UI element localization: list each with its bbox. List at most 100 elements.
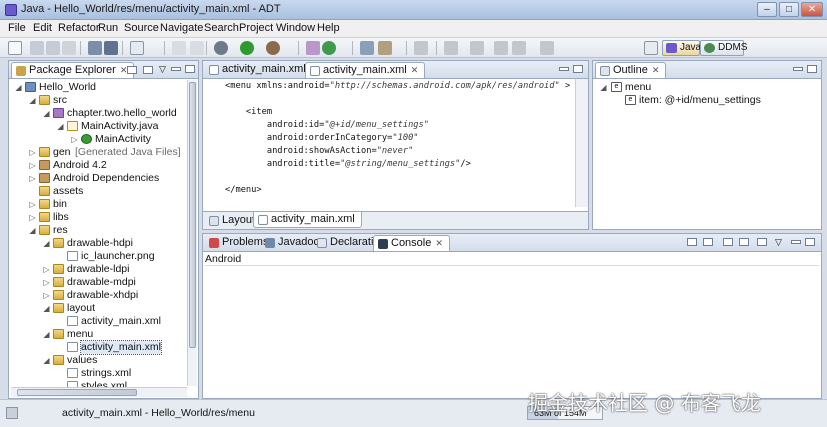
- debug-icon[interactable]: [214, 41, 228, 55]
- scroll-lock-icon[interactable]: [703, 238, 713, 246]
- open-perspective-icon[interactable]: [644, 41, 658, 55]
- twisty-closed-icon[interactable]: ▷: [42, 263, 51, 276]
- menu-refactor[interactable]: Refactor: [58, 22, 100, 34]
- minimize-view-icon[interactable]: [171, 67, 181, 71]
- xml-code-area[interactable]: <menu xmlns:android="http://schemas.andr…: [225, 81, 573, 206]
- twisty-open-icon[interactable]: ◢: [599, 81, 608, 94]
- twisty-closed-icon[interactable]: ▷: [70, 133, 79, 146]
- forward-arrow-icon[interactable]: [540, 41, 554, 55]
- save-all-icon[interactable]: [46, 41, 60, 55]
- folder-icon: [39, 95, 50, 105]
- view-menu-icon[interactable]: ▽: [159, 64, 166, 75]
- folder-icon: [53, 277, 64, 287]
- minimize-view-icon[interactable]: [559, 67, 569, 71]
- open-type-icon[interactable]: [360, 41, 374, 55]
- tab-package-explorer[interactable]: Package Explorer ✕: [11, 62, 135, 78]
- print-icon[interactable]: [62, 41, 76, 55]
- twisty-closed-icon[interactable]: ▷: [28, 211, 37, 224]
- twisty-open-icon[interactable]: ◢: [42, 107, 51, 120]
- twisty-closed-icon[interactable]: ▷: [28, 159, 37, 172]
- minimize-view-icon[interactable]: [791, 240, 801, 244]
- new-java-package-icon[interactable]: [306, 41, 320, 55]
- tab-outline[interactable]: Outline ✕: [595, 62, 667, 78]
- tab-console[interactable]: Console ✕: [373, 235, 450, 251]
- new-icon[interactable]: [8, 41, 22, 55]
- tree-item-decoration: [Generated Java Files]: [75, 146, 181, 158]
- menu-file[interactable]: File: [8, 22, 26, 34]
- collapse-all-icon[interactable]: [127, 66, 137, 74]
- clear-console-icon[interactable]: [687, 238, 697, 246]
- menu-run[interactable]: Run: [98, 22, 118, 34]
- view-menu-icon[interactable]: ▽: [775, 237, 782, 248]
- close-icon[interactable]: ✕: [411, 65, 419, 75]
- minimize-button[interactable]: –: [757, 2, 777, 17]
- new-xml-file-icon[interactable]: [190, 41, 204, 55]
- back-arrow-icon[interactable]: [512, 41, 526, 55]
- last-edit-location-icon[interactable]: [494, 41, 508, 55]
- link-with-editor-icon[interactable]: [143, 66, 153, 74]
- save-icon[interactable]: [30, 41, 44, 55]
- tab-editor-menu-xml[interactable]: activity_main.xml ✕: [305, 62, 426, 78]
- menu-edit[interactable]: Edit: [33, 22, 52, 34]
- tree-item-label: menu: [67, 328, 94, 340]
- maximize-view-icon[interactable]: [805, 238, 815, 246]
- toolbar-separator: [206, 41, 207, 55]
- external-tools-icon[interactable]: [266, 41, 280, 55]
- new-android-project-icon[interactable]: [172, 41, 186, 55]
- toggle-mark-occurrences-icon[interactable]: [414, 41, 428, 55]
- menu-source[interactable]: Source: [124, 22, 159, 34]
- android-avd-manager-icon[interactable]: [104, 41, 118, 55]
- maximize-view-icon[interactable]: [185, 65, 195, 73]
- maximize-button[interactable]: □: [779, 2, 799, 17]
- maximize-view-icon[interactable]: [807, 65, 817, 73]
- twisty-open-icon[interactable]: ◢: [28, 224, 37, 237]
- menu-project[interactable]: Project: [239, 22, 273, 34]
- twisty-open-icon[interactable]: ◢: [14, 81, 23, 94]
- search-icon[interactable]: [378, 41, 392, 55]
- tab-xml-source[interactable]: activity_main.xml: [253, 212, 362, 228]
- twisty-closed-icon[interactable]: ▷: [42, 289, 51, 302]
- package-tree-horizontal-scrollbar[interactable]: [11, 387, 187, 397]
- code-line: android:title="@string/menu_settings"/>: [225, 159, 471, 169]
- run-icon[interactable]: [240, 41, 254, 55]
- display-selected-console-icon[interactable]: [739, 238, 749, 246]
- android-sdk-manager-icon[interactable]: [88, 41, 102, 55]
- java-perspective-button[interactable]: Java: [662, 40, 701, 56]
- pin-console-icon[interactable]: [723, 238, 733, 246]
- tab-editor-label: activity_main.xml: [222, 63, 306, 75]
- twisty-open-icon[interactable]: ◢: [42, 302, 51, 315]
- twisty-closed-icon[interactable]: ▷: [42, 276, 51, 289]
- editor-vertical-scrollbar[interactable]: [575, 79, 588, 207]
- scrollbar-thumb[interactable]: [189, 82, 196, 348]
- fast-view-icon[interactable]: [6, 407, 18, 419]
- twisty-open-icon[interactable]: ◢: [42, 328, 51, 341]
- ddms-perspective-button[interactable]: DDMS: [700, 40, 747, 56]
- main-toolbar: Java DDMS: [0, 38, 827, 58]
- package-tree-vertical-scrollbar[interactable]: [187, 80, 197, 386]
- twisty-open-icon[interactable]: ◢: [42, 354, 51, 367]
- new-java-class-icon[interactable]: [322, 41, 336, 55]
- lint-icon[interactable]: [130, 41, 144, 55]
- menu-navigate[interactable]: Navigate: [160, 22, 203, 34]
- menu-search[interactable]: Search: [204, 22, 239, 34]
- next-annotation-icon[interactable]: [444, 41, 458, 55]
- maximize-view-icon[interactable]: [573, 65, 583, 73]
- tab-editor-layout-xml[interactable]: activity_main.xml: [205, 62, 312, 78]
- scrollbar-thumb[interactable]: [17, 389, 137, 396]
- menu-window[interactable]: Window: [276, 22, 315, 34]
- minimize-view-icon[interactable]: [793, 67, 803, 71]
- twisty-open-icon[interactable]: ◢: [56, 120, 65, 133]
- console-output-area[interactable]: [205, 267, 819, 397]
- twisty-open-icon[interactable]: ◢: [42, 237, 51, 250]
- open-console-icon[interactable]: [757, 238, 767, 246]
- twisty-closed-icon[interactable]: ▷: [28, 198, 37, 211]
- previous-annotation-icon[interactable]: [470, 41, 484, 55]
- twisty-closed-icon[interactable]: ▷: [28, 172, 37, 185]
- outline-tabbar: Outline ✕: [593, 61, 821, 79]
- close-button[interactable]: ✕: [801, 2, 823, 17]
- twisty-closed-icon[interactable]: ▷: [28, 146, 37, 159]
- close-icon[interactable]: ✕: [435, 238, 443, 248]
- twisty-open-icon[interactable]: ◢: [28, 94, 37, 107]
- close-icon[interactable]: ✕: [652, 65, 660, 75]
- menu-help[interactable]: Help: [317, 22, 340, 34]
